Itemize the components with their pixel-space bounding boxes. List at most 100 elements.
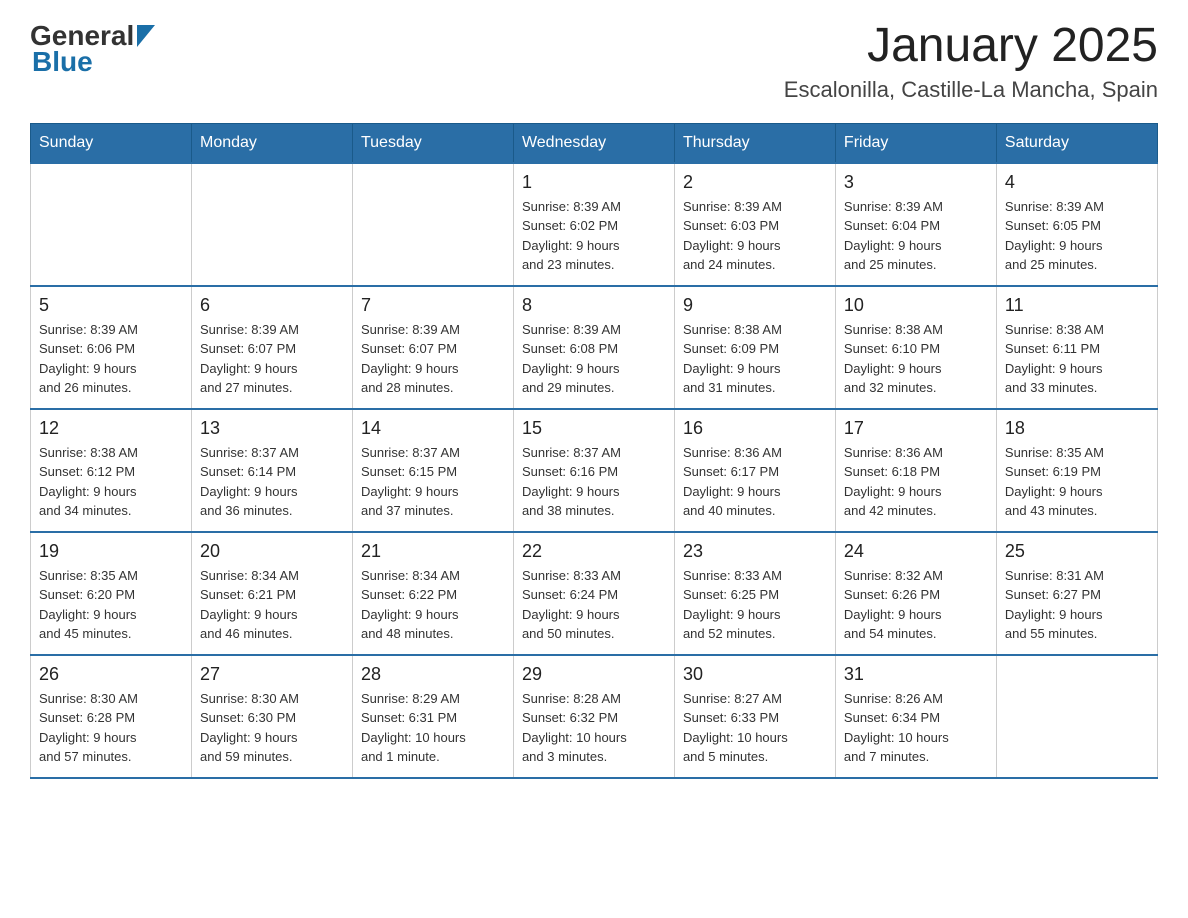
day-number: 22 bbox=[522, 541, 666, 562]
day-number: 25 bbox=[1005, 541, 1149, 562]
day-number: 29 bbox=[522, 664, 666, 685]
calendar-cell: 22 Sunrise: 8:33 AM Sunset: 6:24 PM Dayli… bbox=[513, 532, 674, 655]
day-info: Sunrise: 8:33 AM Sunset: 6:24 PM Dayligh… bbox=[522, 566, 666, 644]
day-info: Sunrise: 8:39 AM Sunset: 6:08 PM Dayligh… bbox=[522, 320, 666, 398]
title-section: January 2025 Escalonilla, Castille-La Ma… bbox=[784, 20, 1158, 103]
day-info: Sunrise: 8:30 AM Sunset: 6:28 PM Dayligh… bbox=[39, 689, 183, 767]
day-number: 20 bbox=[200, 541, 344, 562]
day-number: 23 bbox=[683, 541, 827, 562]
day-info: Sunrise: 8:39 AM Sunset: 6:07 PM Dayligh… bbox=[200, 320, 344, 398]
calendar-cell: 30 Sunrise: 8:27 AM Sunset: 6:33 PM Dayli… bbox=[674, 655, 835, 778]
day-info: Sunrise: 8:36 AM Sunset: 6:18 PM Dayligh… bbox=[844, 443, 988, 521]
calendar-cell: 23 Sunrise: 8:33 AM Sunset: 6:25 PM Dayli… bbox=[674, 532, 835, 655]
calendar-week-3: 12Sunrise: 8:38 AM Sunset: 6:12 PM Dayli… bbox=[31, 409, 1158, 532]
day-number: 7 bbox=[361, 295, 505, 316]
calendar-cell: 18 Sunrise: 8:35 AM Sunset: 6:19 PM Dayli… bbox=[996, 409, 1157, 532]
day-info: Sunrise: 8:33 AM Sunset: 6:25 PM Dayligh… bbox=[683, 566, 827, 644]
logo-arrow-icon bbox=[137, 25, 155, 47]
day-number: 12 bbox=[39, 418, 183, 439]
column-header-wednesday: Wednesday bbox=[513, 123, 674, 163]
day-info: Sunrise: 8:38 AM Sunset: 6:09 PM Dayligh… bbox=[683, 320, 827, 398]
calendar-cell: 21Sunrise: 8:34 AM Sunset: 6:22 PM Dayli… bbox=[352, 532, 513, 655]
calendar-cell: 19 Sunrise: 8:35 AM Sunset: 6:20 PM Dayli… bbox=[31, 532, 192, 655]
day-info: Sunrise: 8:36 AM Sunset: 6:17 PM Dayligh… bbox=[683, 443, 827, 521]
day-info: Sunrise: 8:35 AM Sunset: 6:19 PM Dayligh… bbox=[1005, 443, 1149, 521]
day-number: 30 bbox=[683, 664, 827, 685]
calendar-header-row: SundayMondayTuesdayWednesdayThursdayFrid… bbox=[31, 123, 1158, 163]
day-info: Sunrise: 8:37 AM Sunset: 6:15 PM Dayligh… bbox=[361, 443, 505, 521]
day-number: 16 bbox=[683, 418, 827, 439]
day-number: 5 bbox=[39, 295, 183, 316]
day-number: 9 bbox=[683, 295, 827, 316]
day-info: Sunrise: 8:38 AM Sunset: 6:10 PM Dayligh… bbox=[844, 320, 988, 398]
day-info: Sunrise: 8:39 AM Sunset: 6:04 PM Dayligh… bbox=[844, 197, 988, 275]
calendar-cell: 14 Sunrise: 8:37 AM Sunset: 6:15 PM Dayli… bbox=[352, 409, 513, 532]
calendar-cell: 27 Sunrise: 8:30 AM Sunset: 6:30 PM Dayli… bbox=[191, 655, 352, 778]
day-number: 4 bbox=[1005, 172, 1149, 193]
day-number: 14 bbox=[361, 418, 505, 439]
day-info: Sunrise: 8:38 AM Sunset: 6:11 PM Dayligh… bbox=[1005, 320, 1149, 398]
calendar-week-2: 5 Sunrise: 8:39 AM Sunset: 6:06 PM Daylig… bbox=[31, 286, 1158, 409]
calendar-cell: 24 Sunrise: 8:32 AM Sunset: 6:26 PM Dayli… bbox=[835, 532, 996, 655]
day-number: 31 bbox=[844, 664, 988, 685]
day-info: Sunrise: 8:26 AM Sunset: 6:34 PM Dayligh… bbox=[844, 689, 988, 767]
day-number: 1 bbox=[522, 172, 666, 193]
day-number: 17 bbox=[844, 418, 988, 439]
calendar-cell: 20Sunrise: 8:34 AM Sunset: 6:21 PM Dayli… bbox=[191, 532, 352, 655]
day-info: Sunrise: 8:29 AM Sunset: 6:31 PM Dayligh… bbox=[361, 689, 505, 767]
day-info: Sunrise: 8:35 AM Sunset: 6:20 PM Dayligh… bbox=[39, 566, 183, 644]
day-info: Sunrise: 8:39 AM Sunset: 6:07 PM Dayligh… bbox=[361, 320, 505, 398]
calendar-cell: 8Sunrise: 8:39 AM Sunset: 6:08 PM Daylig… bbox=[513, 286, 674, 409]
day-number: 24 bbox=[844, 541, 988, 562]
calendar-cell bbox=[31, 163, 192, 286]
day-info: Sunrise: 8:32 AM Sunset: 6:26 PM Dayligh… bbox=[844, 566, 988, 644]
calendar-cell: 25 Sunrise: 8:31 AM Sunset: 6:27 PM Dayli… bbox=[996, 532, 1157, 655]
calendar-cell: 9 Sunrise: 8:38 AM Sunset: 6:09 PM Daylig… bbox=[674, 286, 835, 409]
column-header-thursday: Thursday bbox=[674, 123, 835, 163]
calendar-cell: 2 Sunrise: 8:39 AM Sunset: 6:03 PM Daylig… bbox=[674, 163, 835, 286]
day-number: 18 bbox=[1005, 418, 1149, 439]
location-title: Escalonilla, Castille-La Mancha, Spain bbox=[784, 77, 1158, 103]
day-number: 15 bbox=[522, 418, 666, 439]
calendar-cell: 29 Sunrise: 8:28 AM Sunset: 6:32 PM Dayli… bbox=[513, 655, 674, 778]
calendar-cell: 1 Sunrise: 8:39 AM Sunset: 6:02 PM Daylig… bbox=[513, 163, 674, 286]
column-header-tuesday: Tuesday bbox=[352, 123, 513, 163]
day-number: 27 bbox=[200, 664, 344, 685]
day-number: 10 bbox=[844, 295, 988, 316]
day-info: Sunrise: 8:39 AM Sunset: 6:03 PM Dayligh… bbox=[683, 197, 827, 275]
day-number: 13 bbox=[200, 418, 344, 439]
calendar-week-1: 1 Sunrise: 8:39 AM Sunset: 6:02 PM Daylig… bbox=[31, 163, 1158, 286]
calendar-cell: 12Sunrise: 8:38 AM Sunset: 6:12 PM Dayli… bbox=[31, 409, 192, 532]
logo: General Blue bbox=[30, 20, 155, 78]
calendar-cell: 26 Sunrise: 8:30 AM Sunset: 6:28 PM Dayli… bbox=[31, 655, 192, 778]
day-info: Sunrise: 8:30 AM Sunset: 6:30 PM Dayligh… bbox=[200, 689, 344, 767]
calendar-cell: 31 Sunrise: 8:26 AM Sunset: 6:34 PM Dayli… bbox=[835, 655, 996, 778]
day-info: Sunrise: 8:27 AM Sunset: 6:33 PM Dayligh… bbox=[683, 689, 827, 767]
day-info: Sunrise: 8:31 AM Sunset: 6:27 PM Dayligh… bbox=[1005, 566, 1149, 644]
day-info: Sunrise: 8:39 AM Sunset: 6:02 PM Dayligh… bbox=[522, 197, 666, 275]
calendar-cell: 16 Sunrise: 8:36 AM Sunset: 6:17 PM Dayli… bbox=[674, 409, 835, 532]
calendar-cell: 15 Sunrise: 8:37 AM Sunset: 6:16 PM Dayli… bbox=[513, 409, 674, 532]
calendar-cell bbox=[352, 163, 513, 286]
calendar-cell: 5 Sunrise: 8:39 AM Sunset: 6:06 PM Daylig… bbox=[31, 286, 192, 409]
day-number: 11 bbox=[1005, 295, 1149, 316]
calendar-cell bbox=[996, 655, 1157, 778]
calendar-table: SundayMondayTuesdayWednesdayThursdayFrid… bbox=[30, 123, 1158, 779]
calendar-cell: 3 Sunrise: 8:39 AM Sunset: 6:04 PM Daylig… bbox=[835, 163, 996, 286]
day-number: 3 bbox=[844, 172, 988, 193]
calendar-cell: 11 Sunrise: 8:38 AM Sunset: 6:11 PM Dayli… bbox=[996, 286, 1157, 409]
column-header-sunday: Sunday bbox=[31, 123, 192, 163]
day-info: Sunrise: 8:28 AM Sunset: 6:32 PM Dayligh… bbox=[522, 689, 666, 767]
day-info: Sunrise: 8:37 AM Sunset: 6:16 PM Dayligh… bbox=[522, 443, 666, 521]
calendar-cell: 17 Sunrise: 8:36 AM Sunset: 6:18 PM Dayli… bbox=[835, 409, 996, 532]
day-number: 2 bbox=[683, 172, 827, 193]
day-number: 6 bbox=[200, 295, 344, 316]
day-number: 28 bbox=[361, 664, 505, 685]
column-header-saturday: Saturday bbox=[996, 123, 1157, 163]
logo-blue-text: Blue bbox=[32, 46, 93, 78]
day-number: 19 bbox=[39, 541, 183, 562]
calendar-cell: 28 Sunrise: 8:29 AM Sunset: 6:31 PM Dayli… bbox=[352, 655, 513, 778]
day-info: Sunrise: 8:39 AM Sunset: 6:06 PM Dayligh… bbox=[39, 320, 183, 398]
day-number: 26 bbox=[39, 664, 183, 685]
day-info: Sunrise: 8:34 AM Sunset: 6:22 PM Dayligh… bbox=[361, 566, 505, 644]
